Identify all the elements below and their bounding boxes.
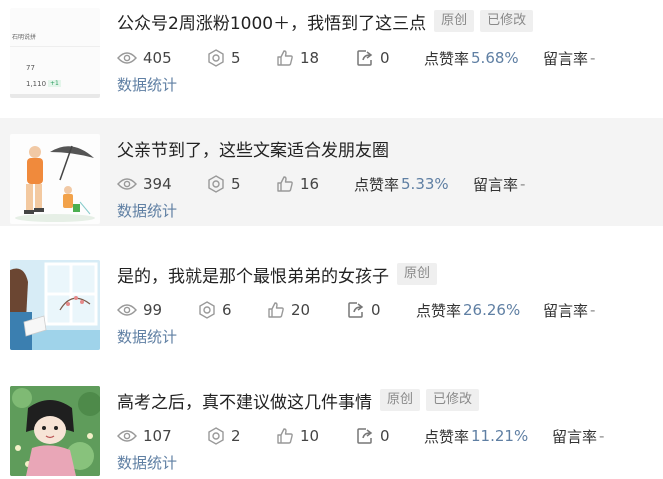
share-count: 5 — [207, 47, 241, 69]
share-count: 2 — [207, 425, 241, 447]
forward-icon — [357, 50, 373, 66]
view-count: 405 — [117, 47, 172, 69]
like-rate: 点赞率 26.26% — [416, 301, 521, 320]
data-stats-link[interactable]: 数据统计 — [117, 200, 177, 221]
view-count: 394 — [117, 173, 172, 195]
data-stats-link[interactable]: 数据统计 — [117, 452, 177, 473]
article-row: 石明说拼 77 1,110 +1 公众号2周涨粉1000＋，我悟到了这三点 原创… — [0, 0, 663, 108]
share-gear-icon — [208, 175, 224, 193]
reply-rate: 留言率 - — [473, 175, 526, 194]
like-rate: 点赞率 5.68% — [424, 49, 519, 68]
forward-count: 0 — [347, 299, 381, 321]
reply-rate: 留言率 - — [543, 49, 596, 68]
like-rate: 点赞率 11.21% — [424, 427, 529, 446]
thumbs-up-icon — [277, 50, 293, 66]
forward-count: 0 — [356, 425, 390, 447]
like-count: 16 — [276, 173, 319, 195]
original-tag: 原创 — [380, 389, 421, 411]
article-title[interactable]: 父亲节到了，这些文案适合发朋友圈 — [117, 136, 389, 161]
eye-icon — [117, 52, 137, 64]
thumbs-up-icon — [268, 302, 284, 318]
share-gear-icon — [208, 427, 224, 445]
data-stats-link[interactable]: 数据统计 — [117, 326, 177, 347]
girl-in-field-illustration — [10, 386, 100, 476]
eye-icon — [117, 178, 137, 190]
article-thumbnail[interactable] — [10, 386, 100, 476]
article-thumbnail[interactable] — [10, 134, 100, 224]
share-gear-icon — [199, 301, 215, 319]
like-count: 18 — [276, 47, 319, 69]
share-count: 5 — [207, 173, 241, 195]
share-count: 6 — [198, 299, 232, 321]
original-tag: 原创 — [397, 263, 438, 285]
thumbnail-chip: +1 — [48, 80, 61, 87]
article-thumbnail[interactable]: 石明说拼 77 1,110 +1 — [10, 8, 100, 98]
article-row: 高考之后，真不建议做这几件事情 原创 已修改 107 2 10 0 点赞率 11… — [0, 370, 663, 478]
thumbnail-account-name: 石明说拼 — [12, 34, 37, 41]
reply-rate: 留言率 - — [543, 301, 596, 320]
like-rate: 点赞率 5.33% — [354, 175, 449, 194]
article-title[interactable]: 是的，我就是那个最恨弟弟的女孩子 — [117, 262, 389, 287]
like-count: 10 — [276, 425, 319, 447]
share-gear-icon — [208, 49, 224, 67]
thumbs-up-icon — [277, 428, 293, 444]
forward-icon — [357, 428, 373, 444]
data-stats-link[interactable]: 数据统计 — [117, 74, 177, 95]
thumbnail-value-1: 77 — [26, 64, 35, 72]
article-title[interactable]: 高考之后，真不建议做这几件事情 — [117, 388, 372, 413]
eye-icon — [117, 430, 137, 442]
view-count: 99 — [117, 299, 162, 321]
eye-icon — [117, 304, 137, 316]
girl-reading-illustration — [10, 260, 100, 350]
original-tag: 原创 — [434, 10, 475, 32]
article-row: 是的，我就是那个最恨弟弟的女孩子 原创 99 6 20 0 点赞率 26.26%… — [0, 244, 663, 352]
modified-tag: 已修改 — [426, 389, 480, 411]
forward-count: 0 — [356, 47, 390, 69]
modified-tag: 已修改 — [480, 10, 534, 32]
like-count: 20 — [267, 299, 310, 321]
reply-rate: 留言率 - — [552, 427, 605, 446]
forward-icon — [348, 302, 364, 318]
article-row: 父亲节到了，这些文案适合发朋友圈 394 5 16 点赞率 5.33% 留言率 … — [0, 118, 663, 226]
article-thumbnail[interactable] — [10, 260, 100, 350]
thumbs-up-icon — [277, 176, 293, 192]
article-list: 石明说拼 77 1,110 +1 公众号2周涨粉1000＋，我悟到了这三点 原创… — [0, 0, 663, 479]
father-umbrella-illustration — [15, 145, 95, 222]
view-count: 107 — [117, 425, 172, 447]
thumbnail-value-2: 1,110 — [26, 80, 47, 88]
article-title[interactable]: 公众号2周涨粉1000＋，我悟到了这三点 — [117, 9, 426, 34]
